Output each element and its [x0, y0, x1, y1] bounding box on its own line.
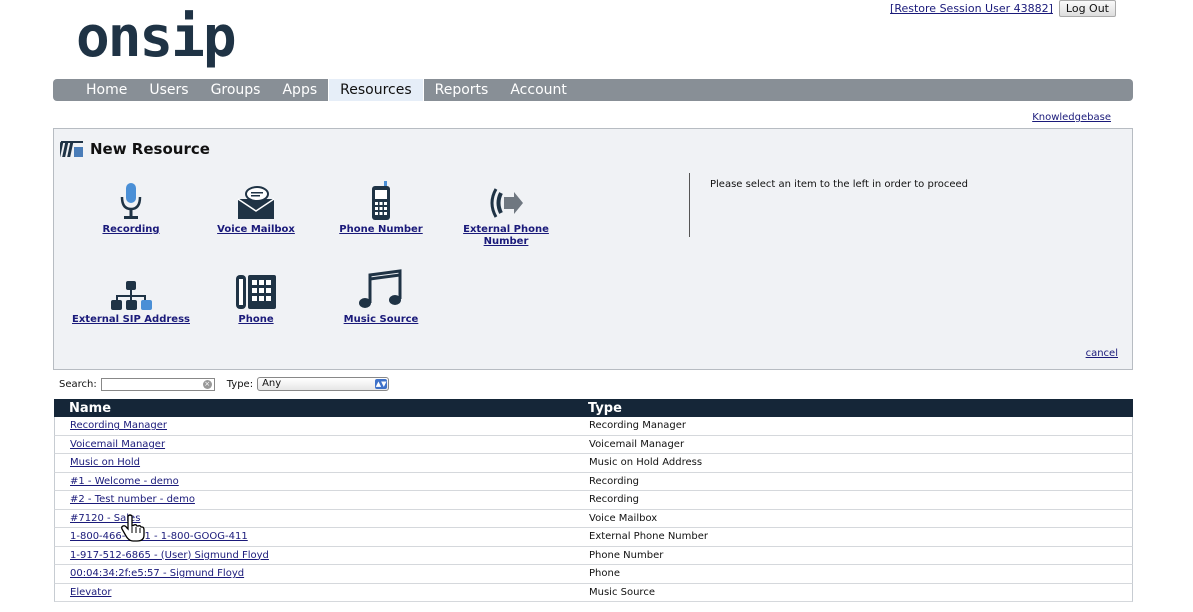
resource-type: Phone: [589, 568, 620, 580]
phone-number-label: Phone Number: [339, 224, 423, 235]
panel-title-text: New Resource: [90, 140, 210, 158]
logout-button[interactable]: Log Out: [1058, 0, 1116, 17]
resource-type: Phone Number: [589, 549, 664, 561]
search-label: Search:: [59, 378, 97, 390]
resource-voice-mailbox[interactable]: Voice Mailbox: [191, 181, 321, 236]
resource-name-link[interactable]: 00:04:34:2f:e5:57 - Sigmund Floyd: [70, 568, 244, 579]
envelope-icon: [237, 186, 275, 219]
type-label: Type:: [226, 378, 254, 390]
resource-type: Voice Mailbox: [589, 512, 658, 524]
table-row: #7120 - Sales Voice Mailbox: [54, 509, 1133, 528]
external-phone-number-label-line2: Number: [483, 236, 529, 247]
resource-external-sip-address[interactable]: External SIP Address: [66, 271, 196, 326]
network-icon: [111, 281, 152, 310]
table-row: Music on Hold Music on Hold Address: [54, 454, 1133, 473]
external-phone-number-label: External Phone Number: [441, 224, 571, 248]
music-note-icon: [359, 269, 402, 308]
resource-phone-number[interactable]: Phone Number: [316, 181, 446, 236]
resource-name-link[interactable]: Elevator: [70, 587, 111, 598]
new-resource-panel: New Resource Recording Voice Mailbox Pho…: [53, 128, 1133, 370]
external-phone-number-label-line1: External Phone: [463, 224, 549, 235]
resource-name-link[interactable]: #1 - Welcome - demo: [70, 476, 179, 487]
nav-account[interactable]: Account: [499, 79, 578, 101]
main-nav: Home Users Groups Apps Resources Reports…: [53, 79, 1133, 101]
resources-icon: [60, 141, 83, 157]
external-sip-address-label: External SIP Address: [72, 314, 190, 325]
nav-reports[interactable]: Reports: [424, 79, 500, 101]
resource-name-link[interactable]: 1-917-512-6865 - (User) Sigmund Floyd: [70, 550, 269, 561]
hand-cursor-icon: [121, 514, 145, 542]
resource-name-link[interactable]: Music on Hold: [70, 457, 140, 468]
select-arrows-icon: ▲▼: [375, 379, 388, 389]
type-select[interactable]: Any ▲▼: [257, 377, 390, 391]
resource-type: Recording Manager: [589, 420, 687, 432]
resource-recording[interactable]: Recording: [66, 181, 196, 236]
table-row: 00:04:34:2f:e5:57 - Sigmund Floyd Phone: [54, 565, 1133, 584]
restore-session-link[interactable]: [Restore Session User 43882]: [890, 2, 1053, 15]
mobile-phone-icon: [372, 181, 390, 220]
resource-external-phone-number[interactable]: External Phone Number: [441, 181, 571, 248]
filter-row: Search: × Type: Any ▲▼: [59, 377, 390, 391]
resource-type: Music Source: [589, 586, 655, 598]
table-row: Recording Manager Recording Manager: [54, 417, 1133, 436]
voice-mailbox-label: Voice Mailbox: [217, 224, 295, 235]
table-row: 1-917-512-6865 - (User) Sigmund Floyd Ph…: [54, 546, 1133, 565]
phone-label: Phone: [238, 314, 274, 325]
knowledgebase-link[interactable]: Knowledgebase: [1032, 112, 1111, 123]
cancel-link[interactable]: cancel: [1086, 348, 1118, 359]
table-row: 1-800-466-4411 - 1-800-GOOG-411 External…: [54, 528, 1133, 547]
search-input[interactable]: ×: [100, 377, 215, 391]
resource-type: Music on Hold Address: [589, 457, 703, 469]
resource-type: External Phone Number: [589, 531, 708, 543]
panel-title: New Resource: [60, 139, 210, 159]
resource-type: Voicemail Manager: [589, 438, 685, 450]
table-row: Voicemail Manager Voicemail Manager: [54, 435, 1133, 454]
panel-divider: [689, 173, 690, 237]
nav-groups[interactable]: Groups: [200, 79, 272, 101]
external-phone-icon: [490, 188, 523, 218]
nav-apps[interactable]: Apps: [271, 79, 328, 101]
resources-table: Name Type Recording Manager Recording Ma…: [54, 399, 1133, 612]
resource-name-link[interactable]: Recording Manager: [70, 420, 167, 431]
session-controls: [Restore Session User 43882] Log Out: [890, 0, 1116, 17]
column-header-type[interactable]: Type: [588, 401, 1133, 416]
table-row: Elevator Music Source: [54, 583, 1133, 602]
type-select-value: Any: [262, 378, 282, 389]
resource-type: Recording: [589, 494, 640, 506]
onsip-logo[interactable]: onsip: [76, 10, 237, 66]
table-row: #2 - Test number - demo Recording: [54, 491, 1133, 510]
resource-name-link[interactable]: 1-800-466-4411 - 1-800-GOOG-411: [70, 531, 248, 542]
nav-home[interactable]: Home: [75, 79, 138, 101]
desk-phone-icon: [236, 275, 276, 309]
table-header: Name Type: [54, 399, 1133, 417]
resource-name-link[interactable]: #2 - Test number - demo: [70, 494, 195, 505]
music-source-label: Music Source: [343, 314, 419, 325]
microphone-icon: [120, 183, 142, 219]
resource-music-source[interactable]: Music Source: [316, 269, 446, 326]
recording-label: Recording: [102, 224, 160, 235]
clear-search-icon[interactable]: ×: [202, 379, 212, 389]
selection-hint: Please select an item to the left in ord…: [710, 179, 968, 190]
nav-resources[interactable]: Resources: [328, 79, 424, 101]
resource-type: Recording: [589, 475, 640, 487]
resource-phone[interactable]: Phone: [191, 271, 321, 326]
column-header-name[interactable]: Name: [54, 401, 588, 416]
nav-users[interactable]: Users: [138, 79, 199, 101]
table-row: #1 - Welcome - demo Recording: [54, 472, 1133, 491]
resource-name-link[interactable]: Voicemail Manager: [70, 439, 165, 450]
